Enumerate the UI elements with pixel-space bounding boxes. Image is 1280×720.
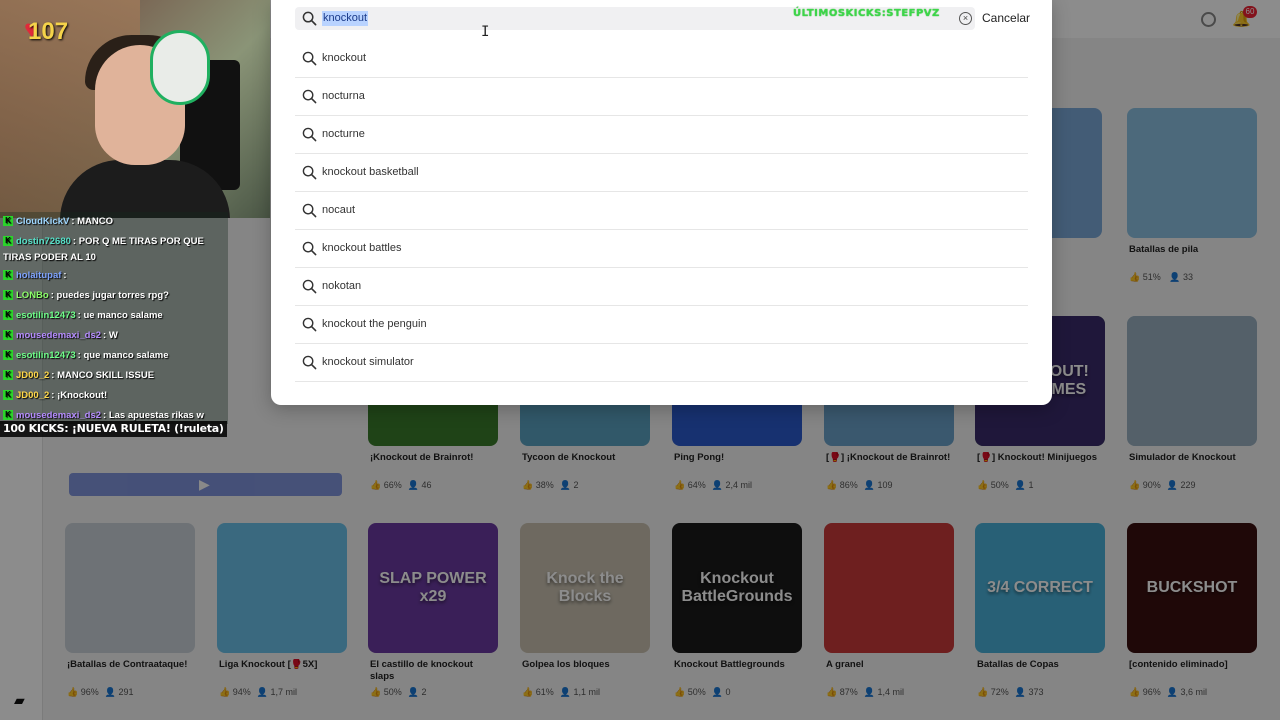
chat-message: Kesotilin12473: ue manco salame	[0, 306, 228, 326]
search-suggestion[interactable]: nocturna	[295, 78, 1028, 116]
chat-username: esotilin12473	[16, 350, 76, 361]
search-suggestion[interactable]: nocturne	[295, 116, 1028, 154]
search-icon	[302, 279, 317, 294]
search-icon	[302, 355, 317, 370]
search-icon	[302, 127, 317, 142]
chat-username: CloudKickV	[16, 216, 70, 227]
chat-text: : ¡Knockout!	[51, 390, 108, 401]
chat-message: K JD00_2: ¡Knockout!	[0, 386, 228, 406]
heart-counter: 107	[28, 18, 69, 45]
chat-message: Kmousedemaxi_ds2: W	[0, 326, 228, 346]
suggestion-label: knockout battles	[322, 242, 402, 254]
chat-username: dostin72680	[16, 236, 71, 247]
chat-text: : MANCO SKILL ISSUE	[51, 370, 155, 381]
chat-text: : puedes jugar torres rpg?	[50, 290, 169, 301]
kick-badge-icon: K	[3, 330, 13, 341]
text-cursor-icon: I	[481, 24, 490, 40]
chat-text: : W	[103, 330, 118, 341]
search-icon	[302, 51, 317, 66]
search-input[interactable]: knockout	[322, 11, 369, 26]
kick-badge-icon: K	[3, 270, 13, 281]
chat-username: holaitupaf	[16, 270, 62, 281]
kick-badge-icon: K	[3, 350, 13, 361]
chat-username: esotilin12473	[16, 310, 76, 321]
chat-username: JD00_2	[16, 390, 50, 401]
suggestion-list: knockout nocturna nocturne knockout basketb…	[295, 40, 1028, 402]
search-icon	[302, 203, 317, 218]
search-icon	[302, 11, 317, 26]
chat-message: K CloudKickV: MANCO	[0, 212, 228, 232]
kick-badge-icon: K	[3, 236, 13, 247]
streamer-webcam: ♥ 107	[0, 0, 270, 218]
chat-footer-banner: 100 KICKS: ¡NUEVA RULETA! (!ruleta)	[0, 421, 227, 437]
chat-message: K JD00_2: MANCO SKILL ISSUE	[0, 366, 228, 386]
suggestion-label: nokotan	[322, 280, 362, 292]
suggestion-label: knockout basketball	[322, 166, 419, 178]
search-suggestion[interactable]: knockout the penguin	[295, 306, 1028, 344]
chat-username: JD00_2	[16, 370, 50, 381]
kick-badge-icon: K	[3, 410, 13, 421]
search-icon	[302, 241, 317, 256]
chat-text: : que manco salame	[77, 350, 169, 361]
chat-message: Kholaitupaf:	[0, 266, 228, 286]
kick-badge-icon: K	[3, 216, 13, 227]
chat-message: Kdostin72680: POR Q ME TIRAS POR QUE TIR…	[0, 232, 228, 266]
kick-badge-icon: K	[3, 290, 13, 301]
kick-badge-icon: K	[3, 370, 13, 381]
suggestion-label: knockout the penguin	[322, 318, 427, 330]
search-suggestion[interactable]: nokotan	[295, 268, 1028, 306]
chat-username: mousedemaxi_ds2	[16, 330, 102, 341]
suggestion-label: nocaut	[322, 204, 356, 216]
search-suggestion[interactable]: knockout battles	[295, 230, 1028, 268]
stream-ad-banner: ÚLTIMOSKICKS:STEFPVZ	[793, 8, 940, 19]
suggestion-label: nocturne	[322, 128, 365, 140]
suggestion-label: knockout	[322, 52, 367, 64]
kick-badge-icon: K	[3, 310, 13, 321]
search-icon	[302, 165, 317, 180]
search-icon	[302, 317, 317, 332]
search-suggestion[interactable]: knockout	[295, 40, 1028, 78]
cancel-button[interactable]: Cancelar	[982, 11, 1030, 25]
search-icon	[302, 89, 317, 104]
chat-message: Kesotilin12473: que manco salame	[0, 346, 228, 366]
suggestion-label: knockout simulator	[322, 356, 414, 368]
search-suggestion[interactable]: nocaut	[295, 192, 1028, 230]
search-suggestion[interactable]: knockout basketball	[295, 154, 1028, 192]
stream-chat: K CloudKickV: MANCO Kdostin72680: POR Q ME…	[0, 212, 228, 424]
chat-text: : MANCO	[71, 216, 114, 227]
chat-username: mousedemaxi_ds2	[16, 410, 102, 421]
chat-message: K LONBo: puedes jugar torres rpg?	[0, 286, 228, 306]
search-suggestion-partial[interactable]	[295, 382, 1028, 402]
chat-text: : ue manco salame	[77, 310, 163, 321]
search-panel: knockout × Cancelar I knockout nocturna no…	[271, 0, 1052, 405]
chat-text: :	[63, 270, 67, 281]
close-circle-icon[interactable]: ×	[959, 12, 972, 25]
search-suggestion[interactable]: knockout simulator	[295, 344, 1028, 382]
chat-text: : Las apuestas rikas w	[103, 410, 204, 421]
kick-badge-icon: K	[3, 390, 13, 401]
suggestion-label: nocturna	[322, 90, 365, 102]
chat-username: LONBo	[16, 290, 49, 301]
